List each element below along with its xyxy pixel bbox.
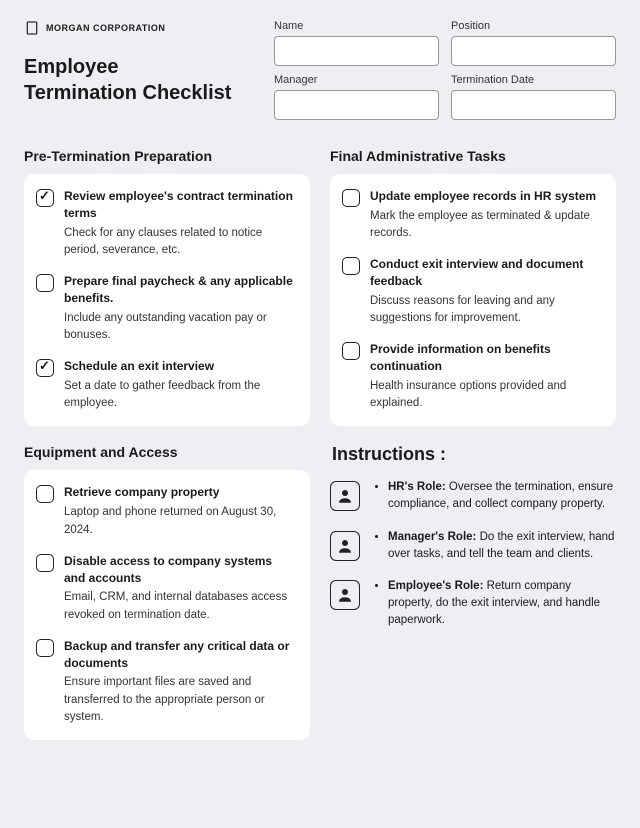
page-title: Employee Termination Checklist (24, 54, 254, 106)
final-section-title: Final Administrative Tasks (330, 148, 616, 164)
checklist-item: Provide information on benefits continua… (342, 341, 602, 412)
checkbox[interactable] (36, 554, 54, 572)
person-icon (330, 481, 360, 511)
checklist-item: Retrieve company property Laptop and phon… (36, 484, 296, 538)
termination-date-field[interactable] (451, 90, 616, 120)
item-title: Backup and transfer any critical data or… (64, 638, 296, 672)
checklist-item: Backup and transfer any critical data or… (36, 638, 296, 726)
instruction-role: Employee's Role: (388, 580, 483, 592)
item-title: Schedule an exit interview (64, 358, 296, 375)
manager-field[interactable] (274, 90, 439, 120)
checkbox[interactable] (36, 189, 54, 207)
final-card: Update employee records in HR system Mark… (330, 174, 616, 426)
checklist-item: Prepare final paycheck & any applicable … (36, 273, 296, 344)
checkbox[interactable] (36, 639, 54, 657)
item-title: Retrieve company property (64, 484, 296, 501)
item-title: Review employee's contract termination t… (64, 188, 296, 222)
item-desc: Laptop and phone returned on August 30, … (64, 504, 296, 539)
checkbox[interactable] (36, 485, 54, 503)
brand-name: MORGAN CORPORATION (46, 23, 165, 33)
instruction-row: Employee's Role: Return company property… (330, 578, 616, 628)
checklist-item: Update employee records in HR system Mark… (342, 188, 602, 242)
item-desc: Discuss reasons for leaving and any sugg… (370, 293, 602, 328)
checklist-item: Schedule an exit interview Set a date to … (36, 358, 296, 412)
item-title: Update employee records in HR system (370, 188, 602, 205)
person-icon (330, 531, 360, 561)
item-title: Prepare final paycheck & any applicable … (64, 273, 296, 307)
checkbox[interactable] (342, 342, 360, 360)
manager-label: Manager (274, 74, 439, 86)
equip-card: Retrieve company property Laptop and phon… (24, 470, 310, 740)
person-icon (330, 580, 360, 610)
checklist-item: Disable access to company systems and ac… (36, 553, 296, 624)
item-desc: Mark the employee as terminated & update… (370, 208, 602, 243)
equip-section-title: Equipment and Access (24, 444, 310, 460)
item-title: Disable access to company systems and ac… (64, 553, 296, 587)
checklist-item: Review employee's contract termination t… (36, 188, 296, 259)
position-field[interactable] (451, 36, 616, 66)
instruction-row: Manager's Role: Do the exit interview, h… (330, 529, 616, 562)
name-field[interactable] (274, 36, 439, 66)
instruction-role: HR's Role: (388, 481, 446, 493)
checkbox[interactable] (342, 257, 360, 275)
item-desc: Ensure important files are saved and tra… (64, 674, 296, 726)
name-label: Name (274, 20, 439, 32)
position-label: Position (451, 20, 616, 32)
checkbox[interactable] (36, 359, 54, 377)
item-title: Conduct exit interview and document feed… (370, 256, 602, 290)
item-desc: Check for any clauses related to notice … (64, 225, 296, 260)
checklist-item: Conduct exit interview and document feed… (342, 256, 602, 327)
brand: MORGAN CORPORATION (24, 20, 254, 36)
item-desc: Health insurance options provided and ex… (370, 378, 602, 413)
item-desc: Email, CRM, and internal databases acces… (64, 589, 296, 624)
item-desc: Set a date to gather feedback from the e… (64, 378, 296, 413)
pre-card: Review employee's contract termination t… (24, 174, 310, 426)
item-desc: Include any outstanding vacation pay or … (64, 310, 296, 345)
checkbox[interactable] (36, 274, 54, 292)
building-icon (24, 20, 40, 36)
pre-section-title: Pre-Termination Preparation (24, 148, 310, 164)
instructions-title: Instructions : (332, 444, 616, 465)
instruction-role: Manager's Role: (388, 531, 476, 543)
instruction-row: HR's Role: Oversee the termination, ensu… (330, 479, 616, 512)
checkbox[interactable] (342, 189, 360, 207)
termination-date-label: Termination Date (451, 74, 616, 86)
item-title: Provide information on benefits continua… (370, 341, 602, 375)
